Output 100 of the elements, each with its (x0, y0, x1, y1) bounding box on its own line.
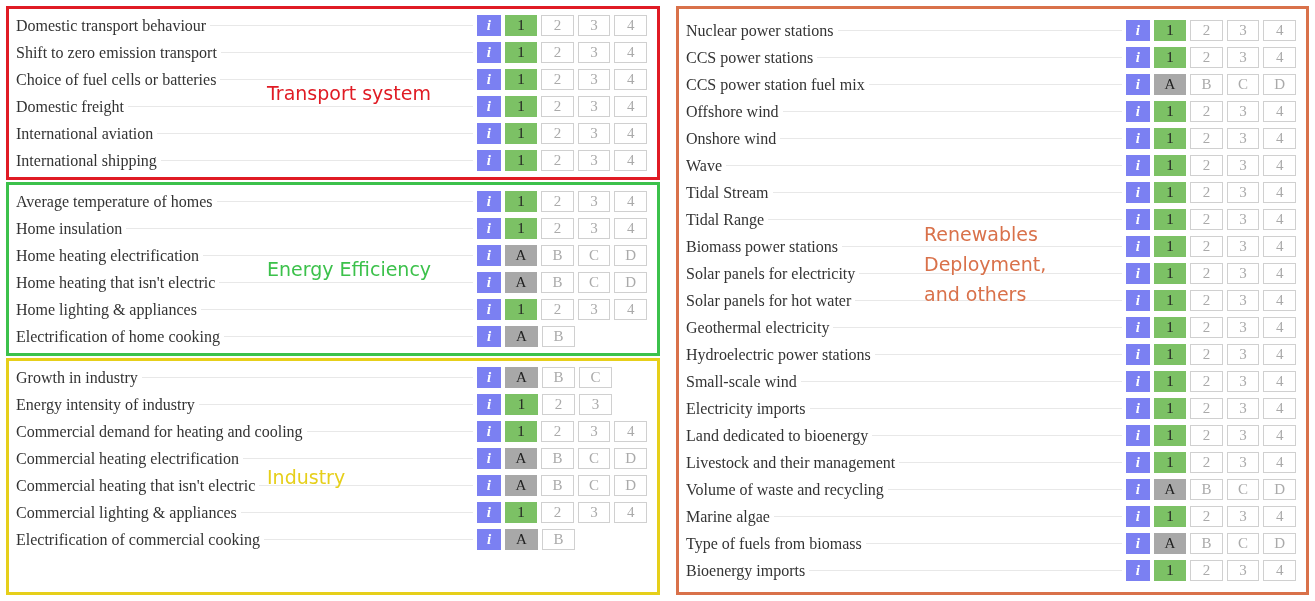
option-button[interactable]: 1 (1153, 560, 1187, 581)
option-button[interactable]: 1 (1153, 101, 1187, 122)
option-button[interactable]: 4 (1263, 425, 1296, 446)
option-button[interactable]: 1 (504, 42, 538, 63)
option-button[interactable]: 4 (1263, 371, 1296, 392)
option-button[interactable]: C (1226, 533, 1260, 554)
info-button[interactable]: i (1126, 128, 1150, 149)
option-button[interactable]: 2 (541, 42, 574, 63)
option-button[interactable]: B (541, 475, 574, 496)
option-button[interactable]: A (1153, 74, 1187, 95)
option-button[interactable]: 2 (1190, 425, 1223, 446)
option-button[interactable]: 1 (504, 191, 538, 212)
info-button[interactable]: i (1126, 236, 1150, 257)
option-button[interactable]: 4 (1263, 47, 1296, 68)
option-button[interactable]: 1 (1153, 398, 1187, 419)
option-button[interactable]: 2 (1190, 560, 1223, 581)
info-button[interactable]: i (477, 218, 501, 239)
option-button[interactable]: 3 (577, 96, 611, 117)
option-button[interactable]: 3 (577, 191, 611, 212)
info-button[interactable]: i (1126, 344, 1150, 365)
info-button[interactable]: i (477, 475, 501, 496)
option-button[interactable]: 2 (1190, 263, 1223, 284)
option-button[interactable]: A (505, 367, 538, 388)
option-button[interactable]: A (1153, 479, 1187, 500)
option-button[interactable]: 3 (1226, 506, 1260, 527)
info-button[interactable]: i (1126, 182, 1150, 203)
option-button[interactable]: 2 (541, 96, 574, 117)
option-button[interactable]: 4 (614, 123, 647, 144)
option-button[interactable]: A (1153, 533, 1187, 554)
option-button[interactable]: A (505, 529, 538, 550)
option-button[interactable]: 4 (1263, 20, 1296, 41)
option-button[interactable]: 1 (504, 421, 538, 442)
option-button[interactable]: 4 (1263, 344, 1296, 365)
info-button[interactable]: i (1126, 452, 1150, 473)
info-button[interactable]: i (477, 367, 501, 388)
option-button[interactable]: 4 (614, 15, 647, 36)
option-button[interactable]: 1 (1153, 155, 1187, 176)
option-button[interactable]: 2 (1190, 371, 1223, 392)
option-button[interactable]: 2 (1190, 236, 1223, 257)
option-button[interactable]: 1 (504, 123, 538, 144)
option-button[interactable]: C (577, 448, 611, 469)
option-button[interactable]: 3 (1226, 182, 1260, 203)
option-button[interactable]: 2 (541, 191, 574, 212)
option-button[interactable]: A (504, 448, 538, 469)
option-button[interactable]: 1 (504, 218, 538, 239)
option-button[interactable]: 4 (1263, 317, 1296, 338)
option-button[interactable]: A (504, 475, 538, 496)
option-button[interactable]: 3 (1226, 560, 1260, 581)
option-button[interactable]: 1 (1153, 317, 1187, 338)
option-button[interactable]: 3 (1226, 425, 1260, 446)
option-button[interactable]: 1 (1153, 344, 1187, 365)
option-button[interactable]: 1 (1153, 263, 1187, 284)
option-button[interactable]: 2 (1190, 209, 1223, 230)
info-button[interactable]: i (477, 326, 501, 347)
info-button[interactable]: i (1126, 74, 1150, 95)
info-button[interactable]: i (1126, 398, 1150, 419)
info-button[interactable]: i (1126, 47, 1150, 68)
option-button[interactable]: 4 (614, 42, 647, 63)
option-button[interactable]: 3 (577, 299, 611, 320)
info-button[interactable]: i (1126, 479, 1150, 500)
option-button[interactable]: B (541, 245, 574, 266)
info-button[interactable]: i (477, 529, 501, 550)
option-button[interactable]: 4 (614, 69, 647, 90)
info-button[interactable]: i (477, 421, 501, 442)
option-button[interactable]: C (577, 245, 611, 266)
option-button[interactable]: 4 (614, 502, 647, 523)
option-button[interactable]: A (504, 245, 538, 266)
option-button[interactable]: 3 (1226, 452, 1260, 473)
option-button[interactable]: 4 (614, 150, 647, 171)
option-button[interactable]: B (1190, 74, 1223, 95)
option-button[interactable]: 1 (505, 394, 538, 415)
option-button[interactable]: 1 (504, 502, 538, 523)
option-button[interactable]: 2 (542, 394, 575, 415)
info-button[interactable]: i (477, 245, 501, 266)
option-button[interactable]: 3 (1226, 317, 1260, 338)
info-button[interactable]: i (1126, 20, 1150, 41)
info-button[interactable]: i (1126, 317, 1150, 338)
option-button[interactable]: 1 (1153, 47, 1187, 68)
option-button[interactable]: 2 (1190, 344, 1223, 365)
info-button[interactable]: i (477, 123, 501, 144)
option-button[interactable]: 2 (1190, 452, 1223, 473)
option-button[interactable]: 1 (504, 96, 538, 117)
option-button[interactable]: 4 (614, 299, 647, 320)
option-button[interactable]: D (614, 245, 647, 266)
info-button[interactable]: i (1126, 155, 1150, 176)
info-button[interactable]: i (477, 150, 501, 171)
option-button[interactable]: 4 (614, 218, 647, 239)
option-button[interactable]: 2 (1190, 290, 1223, 311)
option-button[interactable]: 4 (1263, 398, 1296, 419)
option-button[interactable]: 2 (541, 299, 574, 320)
option-button[interactable]: 3 (1226, 209, 1260, 230)
option-button[interactable]: C (1226, 74, 1260, 95)
option-button[interactable]: 4 (1263, 560, 1296, 581)
option-button[interactable]: 3 (1226, 236, 1260, 257)
option-button[interactable]: B (541, 272, 574, 293)
option-button[interactable]: B (1190, 533, 1223, 554)
info-button[interactable]: i (1126, 209, 1150, 230)
option-button[interactable]: 2 (1190, 182, 1223, 203)
option-button[interactable]: 2 (1190, 101, 1223, 122)
option-button[interactable]: D (1263, 74, 1296, 95)
